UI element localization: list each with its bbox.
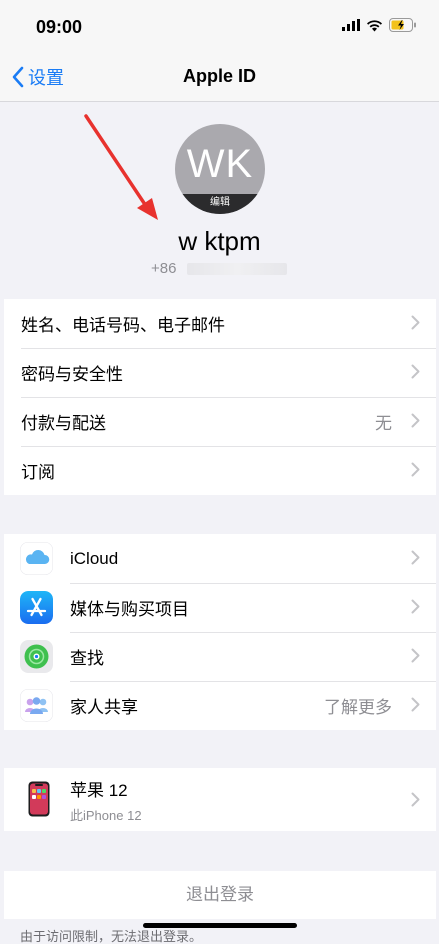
avatar-edit-label: 编辑 [175,194,265,214]
row-detail: 无 [375,414,392,433]
chevron-right-icon [411,364,420,379]
row-label: 查找 [70,649,104,668]
icloud-icon [20,542,53,575]
status-time: 09:00 [36,17,83,37]
wifi-icon [367,19,382,31]
home-indicator[interactable] [143,923,297,928]
navigation-bar: 设置 Apple ID [0,54,439,102]
chevron-right-icon [411,315,420,330]
row-media-purchases[interactable]: 媒体与购买项目 [4,583,436,632]
family-sharing-icon [20,689,53,722]
row-label: 媒体与购买项目 [70,600,189,619]
sign-out-button[interactable]: 退出登录 [4,871,436,919]
status-bar: 09:00 [0,0,439,54]
row-detail: 了解更多 [324,698,392,717]
row-password-security[interactable]: 密码与安全性 [4,348,436,397]
profile-phone-prefix: +86 [151,260,177,277]
signout-restriction-note: 由于访问限制，无法退出登录。 [20,929,203,944]
row-icloud[interactable]: iCloud [4,534,436,583]
chevron-right-icon [411,697,420,712]
chevron-right-icon [411,550,420,565]
chevron-right-icon [411,413,420,428]
services-group: iCloud 媒体与购买项目 查找 家人共享 了解更多 [4,534,436,730]
find-my-icon [20,640,53,673]
row-subscriptions[interactable]: 订阅 [4,446,436,495]
profile-name: w ktpm [178,226,261,256]
device-subtitle: 此iPhone 12 [70,807,142,823]
annotation-arrow-icon [84,114,158,220]
account-settings-group: 姓名、电话号码、电子邮件 密码与安全性 付款与配送 无 订阅 [4,299,436,495]
status-icons [342,18,417,32]
avatar[interactable]: WK 编辑 [175,124,265,214]
chevron-right-icon [411,648,420,663]
row-label: 姓名、电话号码、电子邮件 [21,316,225,335]
page-title: Apple ID [182,66,256,86]
iphone-icon [28,781,50,817]
app-store-icon [20,591,53,624]
device-name: 苹果 12 [70,780,128,800]
chevron-right-icon [411,462,420,477]
profile-header: WK 编辑 w ktpm +86 [0,102,439,298]
row-label: 付款与配送 [21,414,106,433]
row-label: 密码与安全性 [21,365,123,384]
row-label: 家人共享 [70,698,138,717]
chevron-right-icon [411,599,420,614]
row-family-sharing[interactable]: 家人共享 了解更多 [4,681,436,730]
row-label: iCloud [70,548,119,568]
row-label: 订阅 [21,463,55,482]
battery-charging-icon [389,18,416,32]
devices-group: 苹果 12 此iPhone 12 [4,768,436,831]
cellular-signal-icon [342,19,360,31]
chevron-right-icon [411,792,420,807]
avatar-initials: WK [186,142,254,186]
row-payment-shipping[interactable]: 付款与配送 无 [4,397,436,446]
row-name-phone-email[interactable]: 姓名、电话号码、电子邮件 [4,299,436,348]
row-device-iphone[interactable]: 苹果 12 此iPhone 12 [4,768,436,831]
row-find-my[interactable]: 查找 [4,632,436,681]
phone-number-redaction [187,263,287,275]
